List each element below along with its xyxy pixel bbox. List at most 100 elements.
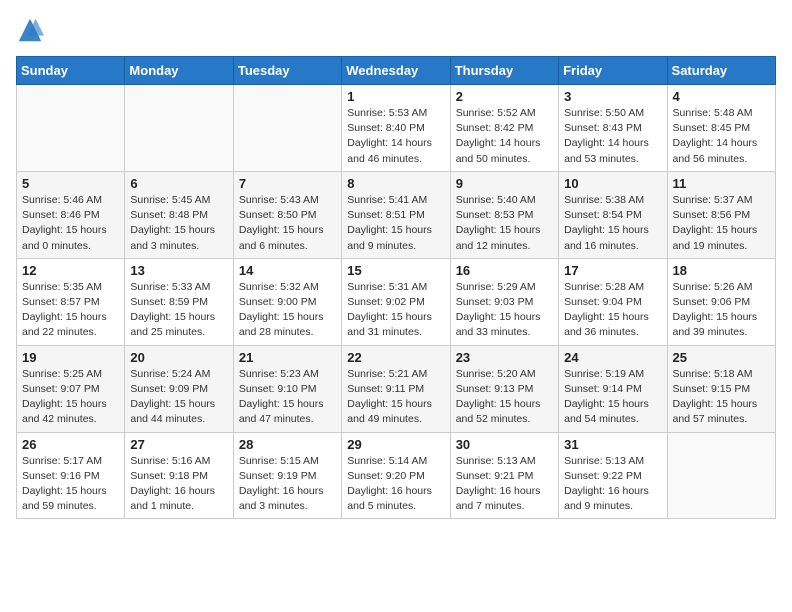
calendar-cell: 24 Sunrise: 5:19 AM Sunset: 9:14 PM Dayli… <box>559 345 667 432</box>
calendar-cell: 28 Sunrise: 5:15 AM Sunset: 9:19 PM Dayli… <box>233 432 341 519</box>
calendar-cell <box>125 85 233 172</box>
day-info: Sunrise: 5:35 AM Sunset: 8:57 PM Dayligh… <box>22 280 119 341</box>
calendar-week-4: 19 Sunrise: 5:25 AM Sunset: 9:07 PM Dayli… <box>17 345 776 432</box>
calendar-cell: 4Sunrise: 5:48 AM Sunset: 8:45 PM Daylig… <box>667 85 775 172</box>
calendar-cell: 16 Sunrise: 5:29 AM Sunset: 9:03 PM Dayli… <box>450 258 558 345</box>
day-info: Sunrise: 5:13 AM Sunset: 9:22 PM Dayligh… <box>564 454 661 515</box>
day-number: 30 <box>456 437 553 452</box>
day-number: 10 <box>564 176 661 191</box>
day-number: 3 <box>564 89 661 104</box>
day-info: Sunrise: 5:37 AM Sunset: 8:56 PM Dayligh… <box>673 193 770 254</box>
calendar-cell: 6 Sunrise: 5:45 AM Sunset: 8:48 PM Daylig… <box>125 171 233 258</box>
day-info: Sunrise: 5:48 AM Sunset: 8:45 PM Dayligh… <box>673 106 770 167</box>
calendar-cell: 30 Sunrise: 5:13 AM Sunset: 9:21 PM Dayli… <box>450 432 558 519</box>
day-info: Sunrise: 5:41 AM Sunset: 8:51 PM Dayligh… <box>347 193 444 254</box>
day-info: Sunrise: 5:33 AM Sunset: 8:59 PM Dayligh… <box>130 280 227 341</box>
day-info: Sunrise: 5:14 AM Sunset: 9:20 PM Dayligh… <box>347 454 444 515</box>
weekday-header-saturday: Saturday <box>667 57 775 85</box>
day-number: 18 <box>673 263 770 278</box>
day-number: 9 <box>456 176 553 191</box>
day-info: Sunrise: 5:15 AM Sunset: 9:19 PM Dayligh… <box>239 454 336 515</box>
calendar-cell: 8 Sunrise: 5:41 AM Sunset: 8:51 PM Daylig… <box>342 171 450 258</box>
day-number: 19 <box>22 350 119 365</box>
day-info: Sunrise: 5:26 AM Sunset: 9:06 PM Dayligh… <box>673 280 770 341</box>
day-info: Sunrise: 5:46 AM Sunset: 8:46 PM Dayligh… <box>22 193 119 254</box>
day-number: 12 <box>22 263 119 278</box>
day-info: Sunrise: 5:17 AM Sunset: 9:16 PM Dayligh… <box>22 454 119 515</box>
day-number: 16 <box>456 263 553 278</box>
day-info: Sunrise: 5:23 AM Sunset: 9:10 PM Dayligh… <box>239 367 336 428</box>
day-number: 13 <box>130 263 227 278</box>
day-info: Sunrise: 5:24 AM Sunset: 9:09 PM Dayligh… <box>130 367 227 428</box>
day-info: Sunrise: 5:45 AM Sunset: 8:48 PM Dayligh… <box>130 193 227 254</box>
calendar-cell: 1 Sunrise: 5:53 AM Sunset: 8:40 PM Daylig… <box>342 85 450 172</box>
calendar-body: 1 Sunrise: 5:53 AM Sunset: 8:40 PM Daylig… <box>17 85 776 519</box>
calendar-cell: 25Sunrise: 5:18 AM Sunset: 9:15 PM Dayli… <box>667 345 775 432</box>
day-number: 24 <box>564 350 661 365</box>
weekday-header-tuesday: Tuesday <box>233 57 341 85</box>
calendar-week-5: 26 Sunrise: 5:17 AM Sunset: 9:16 PM Dayli… <box>17 432 776 519</box>
day-number: 5 <box>22 176 119 191</box>
calendar-cell: 2Sunrise: 5:52 AM Sunset: 8:42 PM Daylig… <box>450 85 558 172</box>
calendar-cell: 13 Sunrise: 5:33 AM Sunset: 8:59 PM Dayli… <box>125 258 233 345</box>
day-number: 26 <box>22 437 119 452</box>
day-info: Sunrise: 5:31 AM Sunset: 9:02 PM Dayligh… <box>347 280 444 341</box>
day-number: 11 <box>673 176 770 191</box>
day-info: Sunrise: 5:40 AM Sunset: 8:53 PM Dayligh… <box>456 193 553 254</box>
weekday-header-friday: Friday <box>559 57 667 85</box>
day-number: 15 <box>347 263 444 278</box>
day-number: 2 <box>456 89 553 104</box>
day-info: Sunrise: 5:29 AM Sunset: 9:03 PM Dayligh… <box>456 280 553 341</box>
day-number: 1 <box>347 89 444 104</box>
calendar-cell: 9 Sunrise: 5:40 AM Sunset: 8:53 PM Daylig… <box>450 171 558 258</box>
day-info: Sunrise: 5:32 AM Sunset: 9:00 PM Dayligh… <box>239 280 336 341</box>
day-number: 17 <box>564 263 661 278</box>
day-info: Sunrise: 5:50 AM Sunset: 8:43 PM Dayligh… <box>564 106 661 167</box>
weekday-header-row: SundayMondayTuesdayWednesdayThursdayFrid… <box>17 57 776 85</box>
day-number: 14 <box>239 263 336 278</box>
calendar-cell: 5 Sunrise: 5:46 AM Sunset: 8:46 PM Daylig… <box>17 171 125 258</box>
calendar-cell: 23Sunrise: 5:20 AM Sunset: 9:13 PM Dayli… <box>450 345 558 432</box>
calendar-week-3: 12 Sunrise: 5:35 AM Sunset: 8:57 PM Dayli… <box>17 258 776 345</box>
calendar-cell: 27 Sunrise: 5:16 AM Sunset: 9:18 PM Dayli… <box>125 432 233 519</box>
day-info: Sunrise: 5:53 AM Sunset: 8:40 PM Dayligh… <box>347 106 444 167</box>
logo-icon <box>16 16 44 44</box>
calendar-cell: 17 Sunrise: 5:28 AM Sunset: 9:04 PM Dayli… <box>559 258 667 345</box>
day-info: Sunrise: 5:28 AM Sunset: 9:04 PM Dayligh… <box>564 280 661 341</box>
calendar-cell: 20Sunrise: 5:24 AM Sunset: 9:09 PM Dayli… <box>125 345 233 432</box>
weekday-header-wednesday: Wednesday <box>342 57 450 85</box>
calendar-cell: 21 Sunrise: 5:23 AM Sunset: 9:10 PM Dayli… <box>233 345 341 432</box>
weekday-header-thursday: Thursday <box>450 57 558 85</box>
calendar-cell: 11 Sunrise: 5:37 AM Sunset: 8:56 PM Dayli… <box>667 171 775 258</box>
calendar-cell: 14 Sunrise: 5:32 AM Sunset: 9:00 PM Dayli… <box>233 258 341 345</box>
calendar-week-2: 5 Sunrise: 5:46 AM Sunset: 8:46 PM Daylig… <box>17 171 776 258</box>
calendar-table: SundayMondayTuesdayWednesdayThursdayFrid… <box>16 56 776 519</box>
day-info: Sunrise: 5:19 AM Sunset: 9:14 PM Dayligh… <box>564 367 661 428</box>
logo <box>16 16 48 44</box>
day-number: 28 <box>239 437 336 452</box>
day-number: 25 <box>673 350 770 365</box>
calendar-cell: 15 Sunrise: 5:31 AM Sunset: 9:02 PM Dayli… <box>342 258 450 345</box>
day-number: 22 <box>347 350 444 365</box>
calendar-week-1: 1 Sunrise: 5:53 AM Sunset: 8:40 PM Daylig… <box>17 85 776 172</box>
calendar-cell <box>667 432 775 519</box>
calendar-cell: 22Sunrise: 5:21 AM Sunset: 9:11 PM Dayli… <box>342 345 450 432</box>
day-number: 8 <box>347 176 444 191</box>
day-info: Sunrise: 5:20 AM Sunset: 9:13 PM Dayligh… <box>456 367 553 428</box>
day-info: Sunrise: 5:25 AM Sunset: 9:07 PM Dayligh… <box>22 367 119 428</box>
calendar-cell: 12 Sunrise: 5:35 AM Sunset: 8:57 PM Dayli… <box>17 258 125 345</box>
day-number: 27 <box>130 437 227 452</box>
day-number: 6 <box>130 176 227 191</box>
day-number: 21 <box>239 350 336 365</box>
calendar-cell: 18 Sunrise: 5:26 AM Sunset: 9:06 PM Dayli… <box>667 258 775 345</box>
weekday-header-sunday: Sunday <box>17 57 125 85</box>
day-info: Sunrise: 5:16 AM Sunset: 9:18 PM Dayligh… <box>130 454 227 515</box>
weekday-header-monday: Monday <box>125 57 233 85</box>
calendar-cell: 31Sunrise: 5:13 AM Sunset: 9:22 PM Dayli… <box>559 432 667 519</box>
calendar-cell: 10Sunrise: 5:38 AM Sunset: 8:54 PM Dayli… <box>559 171 667 258</box>
day-info: Sunrise: 5:13 AM Sunset: 9:21 PM Dayligh… <box>456 454 553 515</box>
page-header <box>16 16 776 44</box>
day-number: 29 <box>347 437 444 452</box>
calendar-cell <box>233 85 341 172</box>
day-number: 7 <box>239 176 336 191</box>
